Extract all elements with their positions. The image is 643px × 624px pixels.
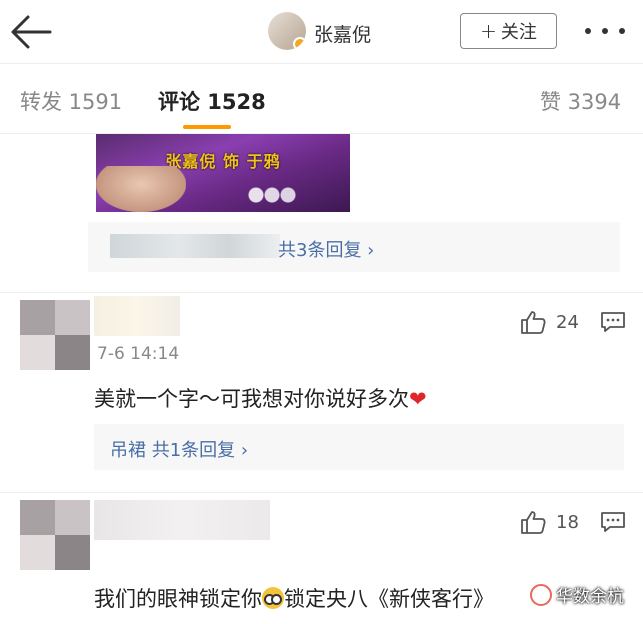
divider	[0, 292, 643, 293]
author-avatar[interactable]	[268, 12, 306, 50]
active-tab-indicator	[183, 125, 231, 129]
follow-button[interactable]: + 关注	[460, 13, 557, 49]
watermark: 华数余杭	[530, 582, 624, 607]
blurred-username[interactable]	[94, 296, 180, 336]
thumbs-up-icon	[521, 311, 546, 334]
comment-time: 7-6 14:14	[97, 344, 180, 364]
comment-body-start: 我们的眼神锁定你	[94, 587, 262, 611]
watermark-logo-icon	[530, 583, 552, 606]
blurred-avatar	[20, 300, 90, 370]
comment-body: 美就一个字～可我想对你说好多次	[94, 387, 409, 411]
tab-forward[interactable]: 转发 1591	[20, 86, 122, 116]
verified-badge-icon	[293, 37, 306, 50]
thumbs-up-icon	[521, 511, 546, 534]
sub-reply-box[interactable]: 吊裙 共1条回复 ›	[94, 424, 624, 470]
more-options-icon[interactable]	[585, 18, 625, 44]
like-count: 18	[556, 511, 579, 533]
reply-count-link[interactable]: 共3条回复 ›	[278, 236, 374, 262]
sub-reply-link[interactable]: 吊裙 共1条回复 ›	[110, 436, 248, 462]
reply-comment-icon[interactable]	[600, 511, 626, 533]
watermark-text: 华数余杭	[556, 587, 624, 607]
blurred-avatar	[20, 500, 90, 570]
blurred-reply-preview	[110, 234, 280, 258]
comment-text: 美就一个字～可我想对你说好多次❤	[94, 383, 427, 413]
comment-body-end: 锁定央八《新侠客行》	[284, 587, 494, 611]
back-arrow-icon[interactable]	[10, 14, 52, 50]
tab-comment[interactable]: 评论 1528	[158, 86, 266, 116]
commenter-avatar[interactable]	[20, 300, 90, 370]
tab-like[interactable]: 赞 3394	[540, 86, 621, 116]
media-hand-visual	[96, 166, 186, 212]
comment-text: 我们的眼神锁定你 锁定央八《新侠客行》	[94, 583, 494, 613]
like-count: 24	[556, 311, 579, 333]
reply-summary-box[interactable]: 共3条回复 ›	[88, 222, 620, 272]
weibo-comments-page: 张嘉倪 + 关注 转发 1591 评论 1528 赞 3394 张嘉倪 饰 于鸦…	[0, 0, 643, 624]
like-button[interactable]: 18	[520, 510, 579, 534]
media-beads-visual	[246, 178, 306, 212]
reply-comment-icon[interactable]	[600, 311, 626, 333]
divider	[0, 492, 643, 493]
plus-icon: +	[480, 19, 497, 43]
author-name[interactable]: 张嘉倪	[314, 20, 371, 47]
top-bar: 张嘉倪 + 关注	[0, 0, 643, 64]
goggle-eyes-emoji-icon	[262, 587, 284, 609]
follow-label: 关注	[500, 22, 537, 43]
commenter-avatar[interactable]	[20, 500, 90, 570]
blurred-username[interactable]	[94, 500, 270, 540]
heart-icon: ❤	[409, 387, 427, 411]
comment-image[interactable]: 张嘉倪 饰 于鸦	[96, 134, 350, 212]
like-button[interactable]: 24	[520, 310, 579, 334]
tab-bar: 转发 1591 评论 1528 赞 3394	[0, 64, 643, 134]
